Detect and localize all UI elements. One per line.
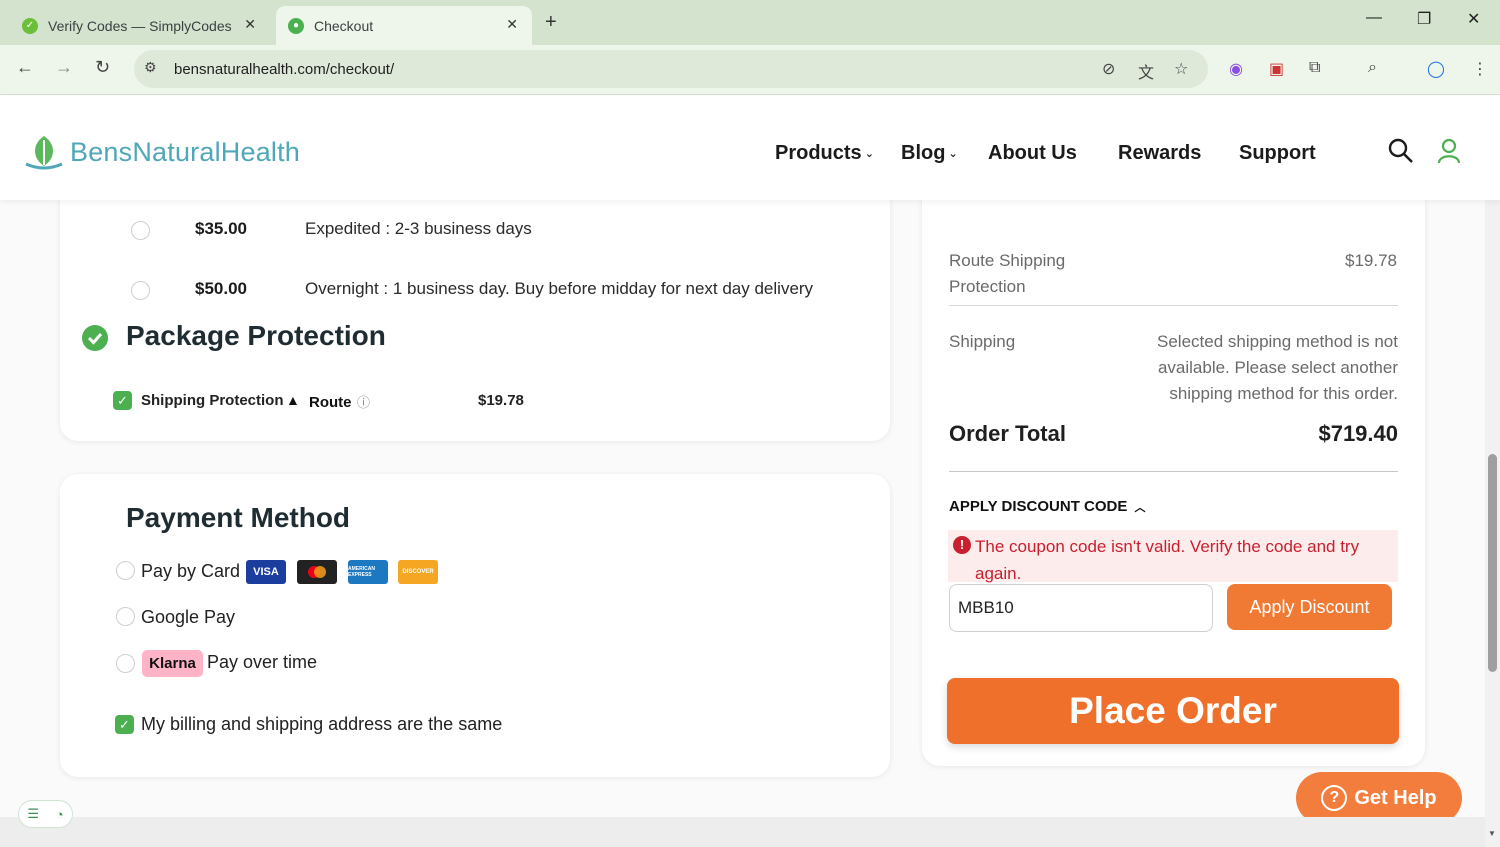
amex-icon: AMERICAN EXPRESS	[348, 560, 388, 584]
google-pay-label[interactable]: Google Pay	[141, 607, 235, 628]
pay-by-card-radio[interactable]	[116, 561, 135, 580]
shipping-protection-price: $19.78	[478, 392, 524, 409]
back-icon[interactable]: ←	[16, 57, 34, 78]
nav-support[interactable]: Support	[1239, 142, 1316, 165]
pay-by-card-label[interactable]: Pay by Card	[141, 561, 240, 582]
order-total-label: Order Total	[949, 421, 1066, 446]
site-info-icon[interactable]: ⚙	[144, 59, 157, 76]
order-total-value: $719.40	[1318, 421, 1398, 446]
page-scrollbar[interactable]: ▲ ▼	[1485, 96, 1500, 847]
billing-same-label[interactable]: My billing and shipping address are the …	[141, 714, 502, 735]
scroll-down-icon[interactable]: ▼	[1488, 829, 1496, 838]
klarna-badge: Klarna	[142, 650, 203, 677]
shipping-protection-checkbox[interactable]: ✓	[113, 391, 132, 410]
shipping-label: Shipping	[949, 332, 1016, 351]
leaf-logo-icon	[25, 136, 63, 170]
chevron-down-icon: ⌄	[948, 148, 958, 161]
discover-icon: DISCOVER	[398, 560, 438, 584]
payment-method-title: Payment Method	[126, 502, 351, 533]
shipping-option-price: $35.00	[195, 219, 247, 238]
close-tab-icon[interactable]: ✕	[506, 16, 518, 33]
address-bar[interactable]: ⚙ bensnaturalhealth.com/checkout/ ⊘ 文 ☆	[134, 50, 1208, 88]
chevron-up-icon: ︿	[1134, 502, 1146, 514]
get-help-button[interactable]: ? Get Help	[1296, 772, 1462, 817]
chevron-down-icon: ⌄	[864, 148, 874, 161]
tab-checkout[interactable]: ● Checkout ✕	[276, 6, 532, 45]
shipping-option-description: Expedited : 2-3 business days	[305, 219, 532, 238]
google-pay-radio[interactable]	[116, 607, 135, 626]
route-protection-label: Route Shipping Protection	[949, 251, 1066, 296]
nav-blog[interactable]: Blog ⌄	[901, 142, 958, 165]
mastercard-icon	[297, 560, 337, 584]
reload-icon[interactable]: ↻	[95, 57, 110, 78]
site-header: BensNaturalHealth Products ⌄ Blog ⌄ About …	[0, 96, 1500, 200]
coupon-error-alert: ! The coupon code isn't valid. Verify th…	[948, 530, 1398, 583]
simplycodes-favicon-icon: ✓	[22, 17, 38, 34]
route-logo-icon: ▲	[286, 392, 300, 408]
help-question-icon: ?	[1321, 785, 1348, 811]
minimize-icon[interactable]: —	[1366, 9, 1382, 27]
profile-icon[interactable]: ◯	[1427, 59, 1445, 79]
extension-us-icon[interactable]: ▣	[1269, 59, 1284, 79]
shipping-option-radio[interactable]	[131, 281, 150, 300]
check-circle-icon	[82, 325, 108, 351]
cookie-icon: ◔	[55, 806, 64, 822]
account-icon[interactable]	[1437, 138, 1461, 164]
tab-search-icon[interactable]: ⌕	[1368, 59, 1377, 77]
bens-favicon-icon: ●	[288, 17, 304, 34]
extensions-puzzle-icon[interactable]: ⧉	[1309, 59, 1320, 77]
shipping-option-radio[interactable]	[131, 221, 150, 240]
discount-toggle[interactable]: APPLY DISCOUNT CODE ︿	[949, 498, 1146, 515]
extension-purple-icon[interactable]: ◉	[1229, 59, 1243, 79]
get-help-label: Get Help	[1354, 786, 1437, 809]
close-window-icon[interactable]: ✕	[1467, 9, 1480, 29]
translate-icon[interactable]: 文	[1138, 59, 1154, 83]
close-tab-icon[interactable]: ✕	[244, 16, 256, 33]
shipping-option-price: $50.00	[195, 279, 247, 298]
package-protection-title: Package Protection	[126, 320, 386, 351]
site-logo[interactable]: BensNaturalHealth	[24, 134, 300, 170]
place-order-button[interactable]: Place Order	[947, 678, 1399, 744]
shipping-value: Selected shipping method is not availabl…	[1157, 332, 1398, 403]
new-tab-icon[interactable]: +	[545, 11, 557, 34]
brand-name: BensNaturalHealth	[70, 136, 301, 167]
tab-title: Checkout	[314, 17, 374, 34]
nav-about-us[interactable]: About Us	[988, 142, 1077, 165]
visa-icon: VISA	[246, 560, 286, 584]
route-brand: Route	[309, 394, 352, 411]
scrollbar-thumb[interactable]	[1488, 454, 1497, 672]
route-protection-value: $19.78	[1345, 251, 1397, 270]
coupon-error-message: The coupon code isn't valid. Verify the …	[975, 537, 1360, 583]
info-icon[interactable]: ⓘ	[357, 392, 370, 411]
shipping-protection-label: Shipping Protection	[141, 392, 284, 409]
nav-rewards[interactable]: Rewards	[1118, 142, 1201, 165]
tracking-off-icon[interactable]: ⊘	[1102, 59, 1115, 79]
shipping-option-description: Overnight : 1 business day. Buy before m…	[305, 279, 814, 298]
bookmark-star-icon[interactable]: ☆	[1174, 59, 1188, 79]
billing-same-checkbox[interactable]: ✓	[115, 715, 134, 734]
klarna-radio[interactable]	[116, 654, 135, 673]
tab-simplycodes[interactable]: ✓ Verify Codes — SimplyCodes ✕	[8, 6, 270, 45]
forward-icon[interactable]: →	[55, 57, 73, 78]
search-icon[interactable]	[1388, 138, 1414, 164]
discount-heading: APPLY DISCOUNT CODE	[949, 498, 1128, 515]
tab-title: Verify Codes — SimplyCodes	[48, 17, 232, 34]
page-footer-strip	[0, 817, 1485, 847]
nav-products[interactable]: Products ⌄	[775, 142, 874, 165]
accessibility-widget[interactable]: ☰ ◔	[18, 800, 73, 828]
url-text[interactable]: bensnaturalhealth.com/checkout/	[174, 61, 394, 78]
klarna-label[interactable]: Pay over time	[207, 652, 317, 673]
apply-discount-button[interactable]: Apply Discount	[1227, 584, 1392, 630]
restore-icon[interactable]: ❐	[1417, 9, 1431, 29]
browser-menu-icon[interactable]: ⋮	[1472, 59, 1488, 79]
summary-divider	[949, 471, 1398, 472]
browser-toolbar: ← → ↻ ⚙ bensnaturalhealth.com/checkout/ …	[0, 45, 1500, 95]
list-icon: ☰	[27, 806, 40, 821]
error-icon: !	[953, 536, 971, 554]
browser-tab-bar: ✓ Verify Codes — SimplyCodes ✕ ● Checkou…	[0, 0, 1500, 45]
checkout-page: $35.00 Expedited : 2-3 business days $50…	[0, 200, 1485, 817]
summary-divider	[949, 305, 1398, 306]
coupon-code-input[interactable]	[949, 584, 1213, 632]
